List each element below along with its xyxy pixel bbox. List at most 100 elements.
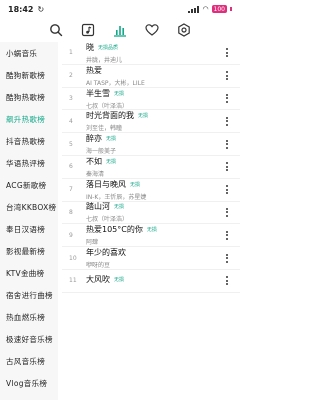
- song-row[interactable]: 11 大风吹 无损: [62, 270, 240, 293]
- more-icon[interactable]: [220, 69, 234, 83]
- song-title: 踏山河: [86, 202, 110, 212]
- sidebar-item[interactable]: 热血燃乐榜: [0, 306, 58, 328]
- sidebar-item[interactable]: 古风音乐榜: [0, 350, 58, 372]
- more-icon[interactable]: [220, 137, 234, 151]
- quality-tag: 无损品质: [98, 44, 119, 51]
- song-row[interactable]: 3 半生雪 无损 七叔（叶泽浩）: [62, 88, 240, 111]
- settings-icon[interactable]: [176, 22, 192, 38]
- song-info: 热爱105°C的你 无损 阿肆: [76, 224, 220, 246]
- song-title-line: 醉亦 无损: [86, 133, 220, 144]
- song-row[interactable]: 5 醉亦 无损 海一般美子: [62, 133, 240, 156]
- quality-tag: 无损: [130, 181, 141, 188]
- song-artist: 秦海清: [86, 170, 105, 178]
- song-title: 醉亦: [86, 134, 102, 144]
- status-time: 18:42: [8, 4, 34, 14]
- song-info: 不如 无损 秦海清: [76, 156, 220, 178]
- song-row[interactable]: 7 落日与晚风 无损 IN-K，王忻辰，苏星婕: [62, 179, 240, 202]
- song-row[interactable]: 8 踏山河 无损 七叔（叶泽浩）: [62, 202, 240, 225]
- quality-tag: 无损: [114, 204, 125, 211]
- sidebar-item[interactable]: 华语热评榜: [0, 152, 58, 174]
- song-title-line: 年少的喜欢: [86, 247, 220, 258]
- sidebar-item[interactable]: 台湾KKBOX榜: [0, 196, 58, 218]
- song-rank: 4: [69, 117, 73, 125]
- sidebar-item[interactable]: 奉日汉语榜: [0, 218, 58, 240]
- song-rank: 1: [69, 49, 73, 57]
- sidebar-item[interactable]: 影视最新榜: [0, 240, 58, 262]
- search-icon[interactable]: [48, 22, 64, 38]
- song-title-line: 热爱: [86, 65, 220, 76]
- sidebar-item[interactable]: 飙升热歌榜: [0, 108, 58, 130]
- song-artist: 刘至佳，韩瞳: [86, 125, 123, 133]
- song-rank: 9: [69, 231, 73, 239]
- wifi-icon: ◠: [202, 5, 209, 13]
- song-row[interactable]: 10 年少的喜欢 咿呀的豆: [62, 247, 240, 270]
- song-artist: 井胧，井迪儿: [86, 56, 123, 64]
- sidebar-item[interactable]: KTV金曲榜: [0, 262, 58, 284]
- more-icon[interactable]: [220, 114, 234, 128]
- song-title: 晓: [86, 42, 94, 52]
- song-title: 半生雪: [86, 88, 110, 98]
- chart-icon[interactable]: [112, 22, 128, 38]
- more-icon[interactable]: [220, 251, 234, 265]
- song-info: 时光背面的我 无损 刘至佳，韩瞳: [76, 110, 220, 132]
- song-title-line: 大风吹 无损: [86, 274, 220, 285]
- more-icon[interactable]: [220, 91, 234, 105]
- quality-tag: 无损: [146, 227, 157, 234]
- song-artist: 七叔（叶泽浩）: [86, 216, 129, 224]
- song-title-line: 落日与晚风 无损: [86, 179, 220, 190]
- song-artist: 咿呀的豆: [86, 262, 111, 270]
- sidebar: 小蜗音乐 酷狗新歌榜 酷狗热歌榜 飙升热歌榜 抖音热歌榜 华语热评榜 ACG新歌榜 台湾KKB…: [0, 42, 58, 400]
- sidebar-item[interactable]: ACG新歌榜: [0, 174, 58, 196]
- song-info: 年少的喜欢 咿呀的豆: [76, 247, 220, 269]
- quality-tag: 无损: [114, 277, 125, 284]
- song-info: 醉亦 无损海一般美子: [76, 133, 220, 155]
- sidebar-item[interactable]: 宿舍进行曲榜: [0, 284, 58, 306]
- quality-tag: 无损: [106, 136, 117, 143]
- song-title-line: 时光背面的我 无损: [86, 110, 220, 121]
- song-info: 踏山河 无损七叔（叶泽浩）: [76, 201, 220, 223]
- heart-icon[interactable]: [144, 22, 160, 38]
- more-icon[interactable]: [220, 274, 234, 288]
- song-info: 晓无损品质井胧，井迪儿: [76, 42, 220, 64]
- song-info: 落日与晚风 无损 IN-K，王忻辰，苏星婕: [76, 179, 220, 201]
- song-row[interactable]: 6 不如 无损 秦海清: [62, 156, 240, 179]
- sidebar-item[interactable]: 极速好音乐榜: [0, 328, 58, 350]
- song-title-line: 晓无损品质: [86, 42, 220, 53]
- song-rank: 6: [69, 163, 73, 171]
- more-icon[interactable]: [220, 46, 234, 60]
- signal-icon: [187, 5, 200, 13]
- status-bar: 18:42 ↻ ◠ 100: [0, 0, 240, 18]
- sidebar-item[interactable]: 抖音热歌榜: [0, 130, 58, 152]
- sidebar-item[interactable]: Vlog音乐榜: [0, 372, 58, 394]
- song-title-line: 踏山河 无损: [86, 201, 220, 212]
- song-title: 热爱: [86, 65, 102, 75]
- sidebar-item[interactable]: 小蜗音乐: [0, 42, 58, 64]
- song-title-line: 半生雪 无损: [86, 88, 220, 99]
- more-icon[interactable]: [220, 228, 234, 242]
- sidebar-item[interactable]: 酷狗热歌榜: [0, 86, 58, 108]
- more-icon[interactable]: [220, 160, 234, 174]
- song-title: 年少的喜欢: [86, 248, 126, 258]
- song-rank: 3: [69, 94, 73, 102]
- song-artist: IN-K，王忻辰，苏星婕: [86, 193, 147, 201]
- song-list: 1 晓无损品质 井胧，井迪儿 2 热爱 AI TASP，大彬，LILE 3 半生雪 无损 七叔（叶…: [62, 42, 240, 400]
- sidebar-item[interactable]: 酷狗新歌榜: [0, 64, 58, 86]
- song-row[interactable]: 9 热爱105°C的你 无损 阿肆: [62, 224, 240, 248]
- more-icon[interactable]: [220, 205, 234, 219]
- more-icon[interactable]: [220, 183, 234, 197]
- song-rank: 5: [69, 140, 73, 148]
- song-row[interactable]: 2 热爱 AI TASP，大彬，LILE: [62, 65, 240, 88]
- song-title: 时光背面的我: [86, 111, 134, 121]
- song-title: 落日与晚风: [86, 179, 126, 189]
- song-row[interactable]: 4 时光背面的我 无损 刘至佳，韩瞳: [62, 110, 240, 134]
- song-artist: AI TASP，大彬，LILE: [86, 79, 145, 87]
- battery-icon: 100: [211, 5, 227, 13]
- music-note-icon[interactable]: [80, 22, 96, 38]
- song-rank: 7: [69, 186, 73, 194]
- song-artist: 海一般美子: [86, 148, 117, 156]
- song-title: 热爱105°C的你: [86, 225, 143, 235]
- song-row[interactable]: 1 晓无损品质 井胧，井迪儿: [62, 42, 240, 65]
- song-rank: 11: [69, 277, 77, 285]
- quality-tag: 无损: [106, 158, 117, 165]
- song-info: 热爱 AI TASP，大彬，LILE: [76, 65, 220, 87]
